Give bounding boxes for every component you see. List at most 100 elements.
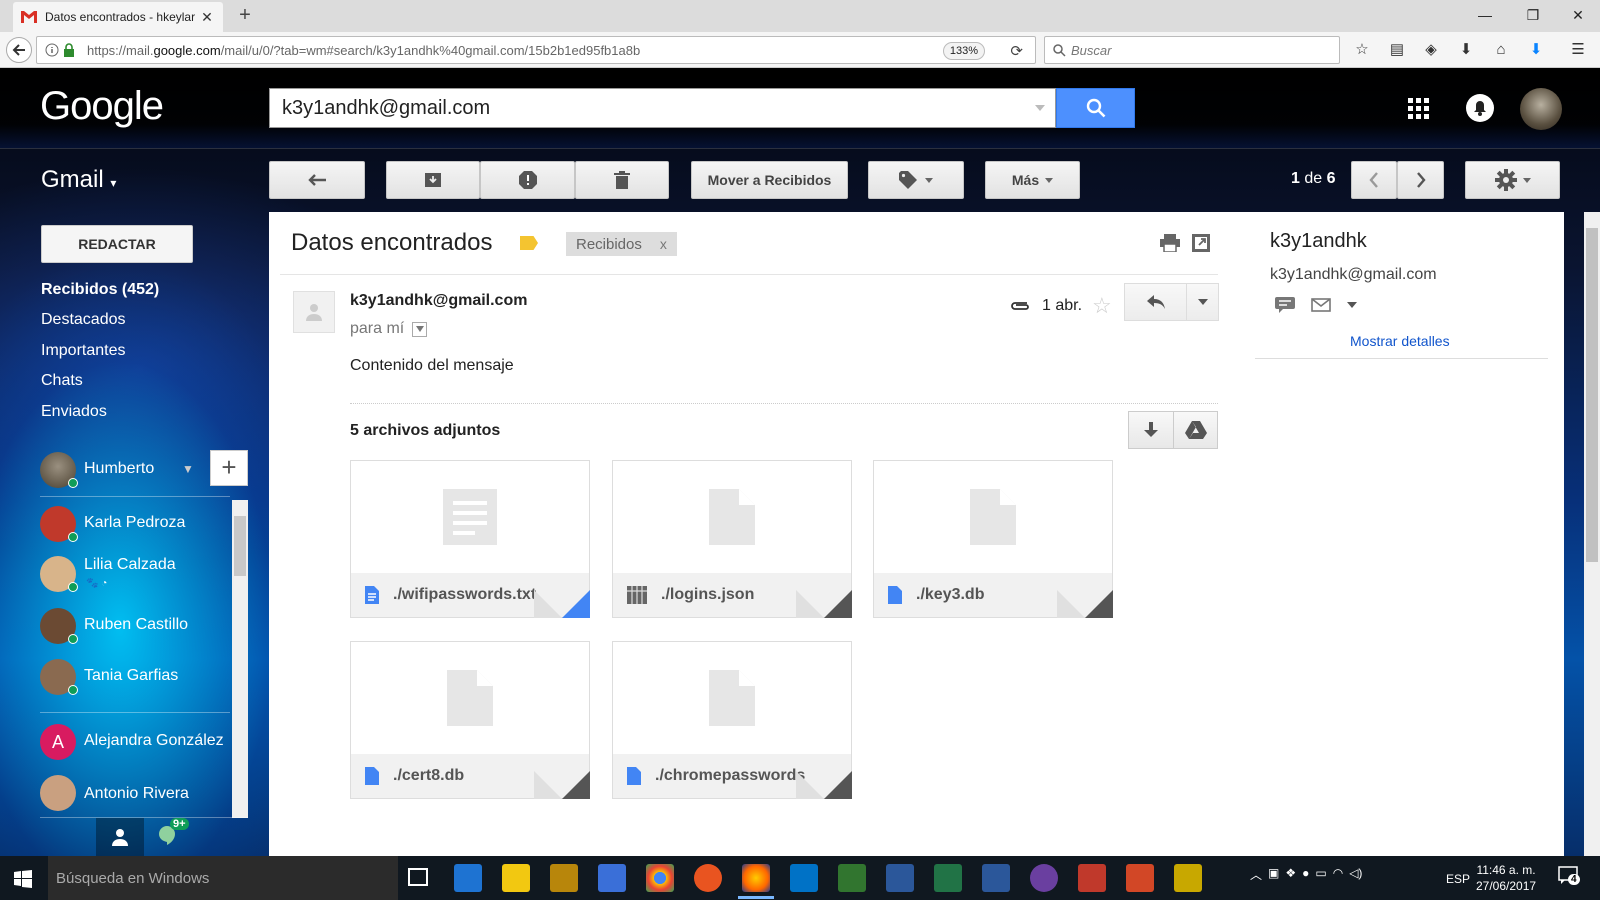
volume-icon[interactable]: ◁) (1349, 866, 1362, 883)
show-details-link[interactable]: Mostrar detalles (1350, 333, 1450, 349)
tray-app-icon[interactable]: ● (1302, 866, 1309, 883)
downloads-icon[interactable]: ⬇ (1525, 40, 1547, 62)
reader-list-icon[interactable]: ▤ (1386, 40, 1408, 62)
google-logo[interactable]: Google (40, 84, 164, 129)
battery-icon[interactable]: ▭ (1315, 866, 1326, 883)
print-icon[interactable] (1160, 234, 1180, 252)
chat-contact[interactable]: A Alejandra González (40, 724, 232, 764)
page-scrollbar-thumb[interactable] (1586, 228, 1598, 562)
labels-button[interactable] (868, 161, 964, 199)
back-button[interactable] (6, 37, 32, 63)
back-to-search-button[interactable] (269, 161, 365, 199)
firefox-app-icon[interactable] (742, 864, 770, 892)
show-details-chevron-icon[interactable] (412, 321, 428, 337)
reply-button[interactable] (1125, 284, 1187, 320)
attachment-card[interactable]: ./chromepasswords (612, 641, 852, 799)
hangouts-tab[interactable]: 9+ (156, 818, 189, 852)
mail-envelope-icon[interactable] (1311, 298, 1331, 312)
zoom-indicator[interactable]: 133% (942, 42, 985, 60)
minimize-button[interactable]: — (1465, 4, 1505, 28)
url-bar[interactable]: https://mail. google.com/mail/u/0/?tab=wm… (36, 36, 1036, 64)
bookmark-star-icon[interactable]: ☆ (1351, 40, 1373, 62)
fireworks-app-icon[interactable] (1174, 864, 1202, 892)
download-all-button[interactable] (1129, 412, 1174, 448)
chevron-down-icon[interactable]: ▼ (182, 462, 194, 476)
settings-button[interactable] (1465, 161, 1560, 199)
outlook-app-icon[interactable] (790, 864, 818, 892)
archive-button[interactable] (386, 161, 480, 199)
browser-tab[interactable]: Datos encontrados - hkeylar ✕ (13, 2, 223, 32)
nav-item-important[interactable]: Importantes (41, 342, 125, 360)
gmail-switcher[interactable]: Gmail ▾ (41, 166, 116, 194)
account-avatar[interactable] (1520, 88, 1562, 130)
contacts-tab[interactable] (96, 818, 144, 856)
chat-scrollbar-thumb[interactable] (234, 516, 246, 576)
menu-icon[interactable]: ☰ (1567, 40, 1589, 62)
info-icon[interactable] (45, 43, 59, 57)
nav-item-starred[interactable]: Destacados (41, 311, 126, 329)
compose-button[interactable]: REDACTAR (41, 225, 193, 263)
move-to-inbox-button[interactable]: Mover a Recibidos (691, 161, 848, 199)
remove-label-icon[interactable]: x (660, 236, 667, 252)
excel-app-icon[interactable] (934, 864, 962, 892)
maximize-button[interactable]: ❐ (1513, 4, 1553, 28)
attachment-card[interactable]: ./cert8.db (350, 641, 590, 799)
nav-item-sent[interactable]: Enviados (41, 403, 107, 421)
chat-contact[interactable]: Ruben Castillo (40, 608, 230, 648)
star-icon[interactable]: ☆ (1092, 293, 1112, 319)
delete-button[interactable] (575, 161, 669, 199)
report-spam-button[interactable] (480, 161, 575, 199)
new-window-icon[interactable] (1192, 234, 1210, 252)
pocket-icon[interactable]: ◈ (1420, 40, 1442, 62)
attachment-card[interactable]: ./logins.json (612, 460, 852, 618)
home-icon[interactable]: ⌂ (1490, 40, 1512, 62)
chat-contact[interactable]: Antonio Rivera (40, 775, 230, 815)
taskbar-clock[interactable]: 11:46 a. m. 27/06/2017 (1476, 862, 1536, 894)
project-app-icon[interactable] (838, 864, 866, 892)
chat-contact[interactable]: Lilia Calzada 🐾 ◔ (40, 556, 230, 596)
next-button[interactable] (1397, 161, 1444, 199)
sender-address[interactable]: k3y1andhk@gmail.com (350, 292, 527, 310)
tab-close-icon[interactable]: ✕ (199, 9, 215, 26)
tray-app-icon[interactable]: ▣ (1268, 866, 1279, 883)
sublime-app-icon[interactable] (550, 864, 578, 892)
chat-bubble-icon[interactable] (1275, 297, 1295, 313)
language-indicator[interactable]: ESP (1446, 872, 1470, 886)
edge-app-icon[interactable] (454, 864, 482, 892)
word-app-icon[interactable] (982, 864, 1010, 892)
ubuntu-app-icon[interactable] (694, 864, 722, 892)
dropbox-icon[interactable]: ❖ (1285, 866, 1296, 883)
powerpoint-app-icon[interactable] (1126, 864, 1154, 892)
chevron-down-icon[interactable] (1347, 302, 1357, 308)
attachment-card[interactable]: ./wifipasswords.txt (350, 460, 590, 618)
network-app-icon[interactable] (598, 864, 626, 892)
mail-search-input[interactable]: k3y1andhk@gmail.com (269, 88, 1056, 128)
close-window-button[interactable]: ✕ (1558, 4, 1598, 28)
sender-avatar[interactable] (293, 291, 335, 333)
download-arrow-icon[interactable]: ⬇ (1455, 40, 1477, 62)
more-reply-options-button[interactable] (1187, 284, 1218, 320)
new-chat-button[interactable]: + (210, 450, 248, 486)
purple-app-icon[interactable] (1030, 864, 1058, 892)
attachment-card[interactable]: ./key3.db (873, 460, 1113, 618)
reload-icon[interactable]: ⟳ (1010, 42, 1023, 60)
new-tab-button[interactable]: + (234, 4, 256, 28)
chat-contact[interactable]: Tania Garfias (40, 659, 230, 699)
chrome-app-icon[interactable] (646, 864, 674, 892)
windows-start-icon[interactable] (14, 870, 32, 888)
mail-search-button[interactable] (1056, 88, 1135, 128)
taskbar-search-input[interactable]: Búsqueda en Windows (48, 856, 398, 900)
tray-chevron-up-icon[interactable]: ︿ (1250, 866, 1262, 883)
browser-search-input[interactable]: Buscar (1044, 36, 1340, 64)
notifications-bell-icon[interactable] (1466, 94, 1494, 122)
chat-contact[interactable]: Karla Pedroza (40, 506, 230, 546)
more-button[interactable]: Más (985, 161, 1080, 199)
nav-item-chats[interactable]: Chats (41, 372, 83, 390)
file-explorer-app-icon[interactable] (502, 864, 530, 892)
save-to-drive-button[interactable] (1174, 412, 1217, 448)
acrobat-app-icon[interactable] (1078, 864, 1106, 892)
search-options-caret-icon[interactable] (1035, 105, 1045, 111)
wifi-icon[interactable]: ◠ (1333, 866, 1343, 883)
apps-grid-icon[interactable] (1408, 98, 1430, 120)
action-center-icon[interactable]: 4 (1558, 866, 1580, 886)
